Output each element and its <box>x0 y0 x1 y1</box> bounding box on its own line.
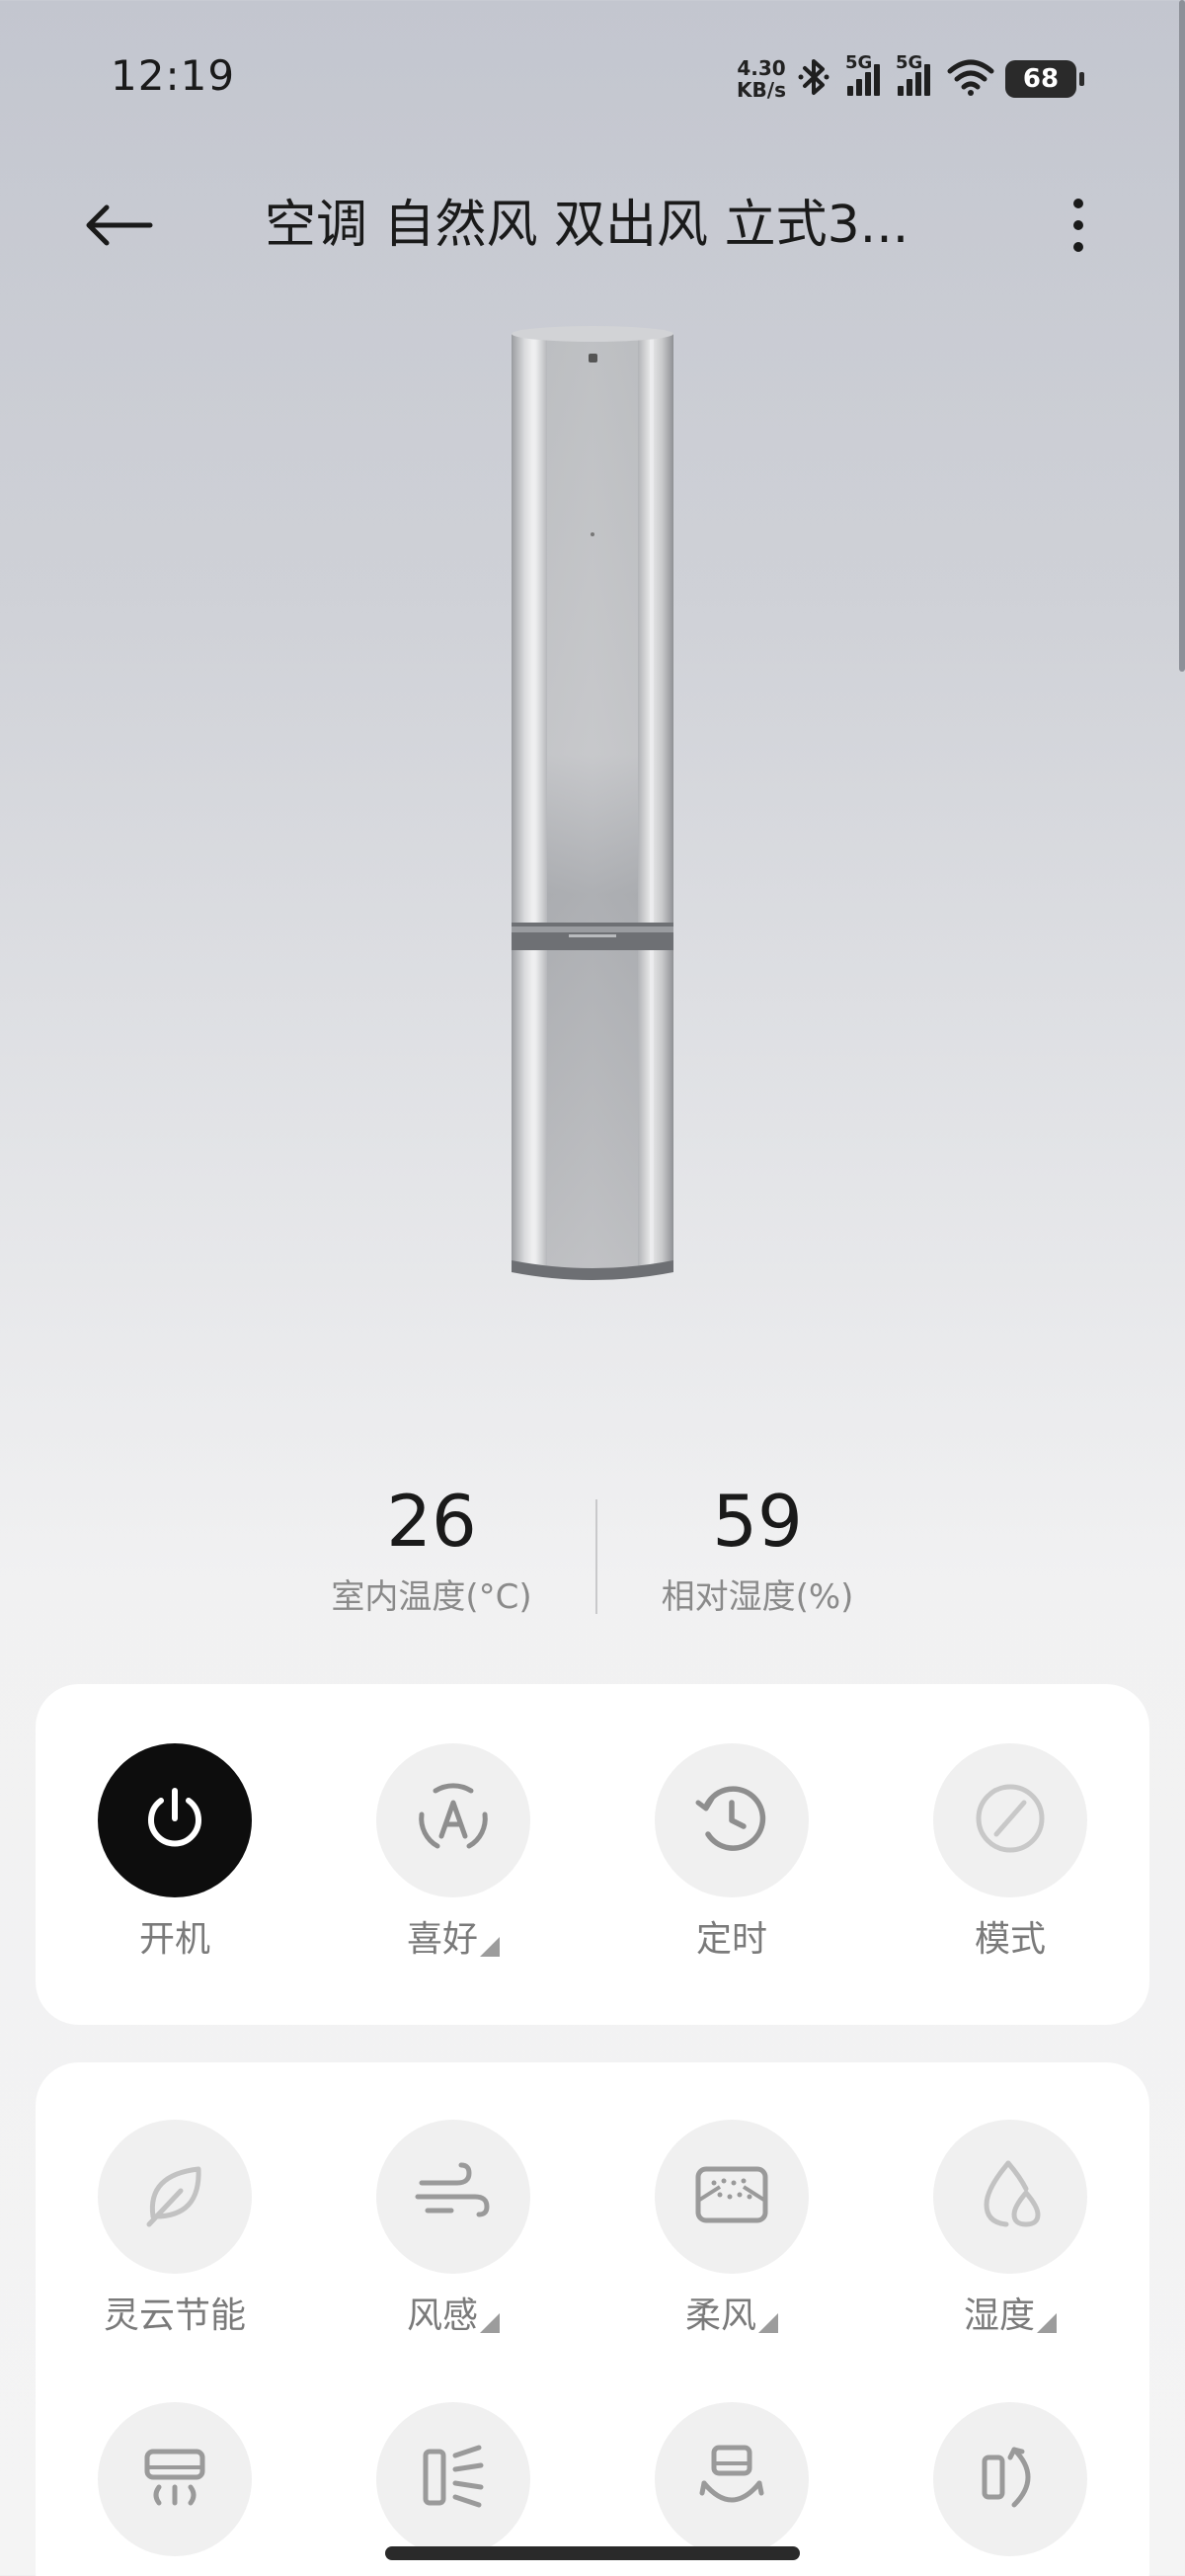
horizontal-swing-icon <box>414 2438 493 2521</box>
vertical-swing-button[interactable] <box>613 2402 850 2556</box>
timer-button-circle[interactable] <box>655 1743 809 1897</box>
horizontal-swing-circle[interactable] <box>376 2402 530 2556</box>
humidity-label-text: 湿度 <box>963 2295 1035 2336</box>
humidity-button[interactable]: 湿度 <box>892 2120 1129 2339</box>
relative-humidity: 59 相对湿度(%) <box>609 1472 906 1620</box>
door-rotate-circle[interactable] <box>933 2402 1087 2556</box>
home-indicator[interactable] <box>385 2546 800 2560</box>
page-title: 空调 自然风 双出风 立式3... <box>265 196 909 255</box>
energy-saving-circle[interactable] <box>98 2120 252 2274</box>
auto-a-icon <box>412 1777 495 1864</box>
signal-icon: 5G <box>845 52 880 96</box>
network-speed: 4.30 KB/s <box>737 57 786 101</box>
mode-slash-icon <box>971 1779 1050 1862</box>
energy-saving-button[interactable]: 灵云节能 <box>56 2120 293 2339</box>
battery-level: 68 <box>1022 64 1060 94</box>
soft-wind-icon <box>690 2153 773 2240</box>
dropdown-triangle-icon <box>1037 2313 1057 2333</box>
dropdown-triangle-icon <box>480 2313 500 2333</box>
temperature-label: 室内温度(°C) <box>331 1577 532 1617</box>
status-icons: 4.30 KB/s 5G 5G 68 <box>737 51 1084 107</box>
sim1-network-label: 5G <box>845 52 873 73</box>
preference-button[interactable]: 喜好 <box>335 1743 572 1963</box>
dropdown-triangle-icon <box>758 2313 778 2333</box>
leaf-icon <box>135 2155 214 2238</box>
energy-saving-label: 灵云节能 <box>103 2295 246 2336</box>
humidity-drop-icon <box>969 2153 1052 2240</box>
wind-feel-label: 风感 <box>406 2295 478 2336</box>
mode-label: 模式 <box>974 1919 1046 1960</box>
dropdown-triangle-icon <box>480 1937 500 1957</box>
ac-vent-icon <box>135 2438 214 2521</box>
indoor-temperature: 26 室内温度(°C) <box>283 1472 580 1620</box>
vertical-swing-circle[interactable] <box>655 2402 809 2556</box>
preference-label: 喜好 <box>406 1919 478 1960</box>
mode-button[interactable]: 模式 <box>892 1743 1129 1963</box>
horizontal-swing-button[interactable] <box>335 2402 572 2556</box>
timer-button[interactable]: 定时 <box>613 1743 850 1963</box>
sim2-network-label: 5G <box>896 52 923 73</box>
door-rotate-icon <box>971 2438 1050 2521</box>
signal-icon: 5G <box>896 52 930 96</box>
back-arrow-icon <box>83 201 154 253</box>
more-button[interactable] <box>1047 188 1110 267</box>
ac-vent-circle[interactable] <box>98 2402 252 2556</box>
wind-feel-circle[interactable] <box>376 2120 530 2274</box>
power-button[interactable]: 开机 <box>56 1743 293 1963</box>
network-speed-value: 4.30 <box>737 56 786 80</box>
network-speed-unit: KB/s <box>737 78 786 102</box>
temperature-value: 26 <box>386 1480 477 1563</box>
soft-wind-button[interactable]: 柔风 <box>613 2120 850 2339</box>
preference-button-circle[interactable] <box>376 1743 530 1897</box>
scrollbar[interactable] <box>1179 0 1185 672</box>
ac-vent-button[interactable] <box>56 2402 293 2556</box>
humidity-label: 相对湿度(%) <box>661 1577 854 1617</box>
back-button[interactable] <box>79 188 158 267</box>
humidity-value: 59 <box>712 1480 803 1563</box>
status-time: 12:19 <box>111 51 236 100</box>
power-button-circle[interactable] <box>98 1743 252 1897</box>
mode-button-circle[interactable] <box>933 1743 1087 1897</box>
soft-wind-label: 柔风 <box>684 2295 756 2336</box>
air-conditioner-image <box>506 322 679 1284</box>
more-vertical-icon <box>1070 196 1086 259</box>
bluetooth-icon <box>796 56 831 102</box>
wind-feel-button[interactable]: 风感 <box>335 2120 572 2339</box>
timer-label: 定时 <box>695 1919 767 1960</box>
timer-clock-icon <box>690 1777 773 1864</box>
vertical-swing-icon <box>692 2438 771 2521</box>
humidity-circle[interactable] <box>933 2120 1087 2274</box>
readings-panel: 26 室内温度(°C) 59 相对湿度(%) <box>0 1472 1185 1630</box>
battery-icon: 68 <box>1005 60 1084 98</box>
wifi-icon <box>946 57 995 101</box>
door-rotate-button[interactable] <box>892 2402 1129 2556</box>
readings-divider <box>595 1499 597 1614</box>
power-label: 开机 <box>138 1919 210 1960</box>
soft-wind-circle[interactable] <box>655 2120 809 2274</box>
status-bar: 12:19 4.30 KB/s 5G 5G 68 <box>0 0 1185 158</box>
power-icon <box>137 1781 212 1860</box>
wind-icon <box>412 2153 495 2240</box>
